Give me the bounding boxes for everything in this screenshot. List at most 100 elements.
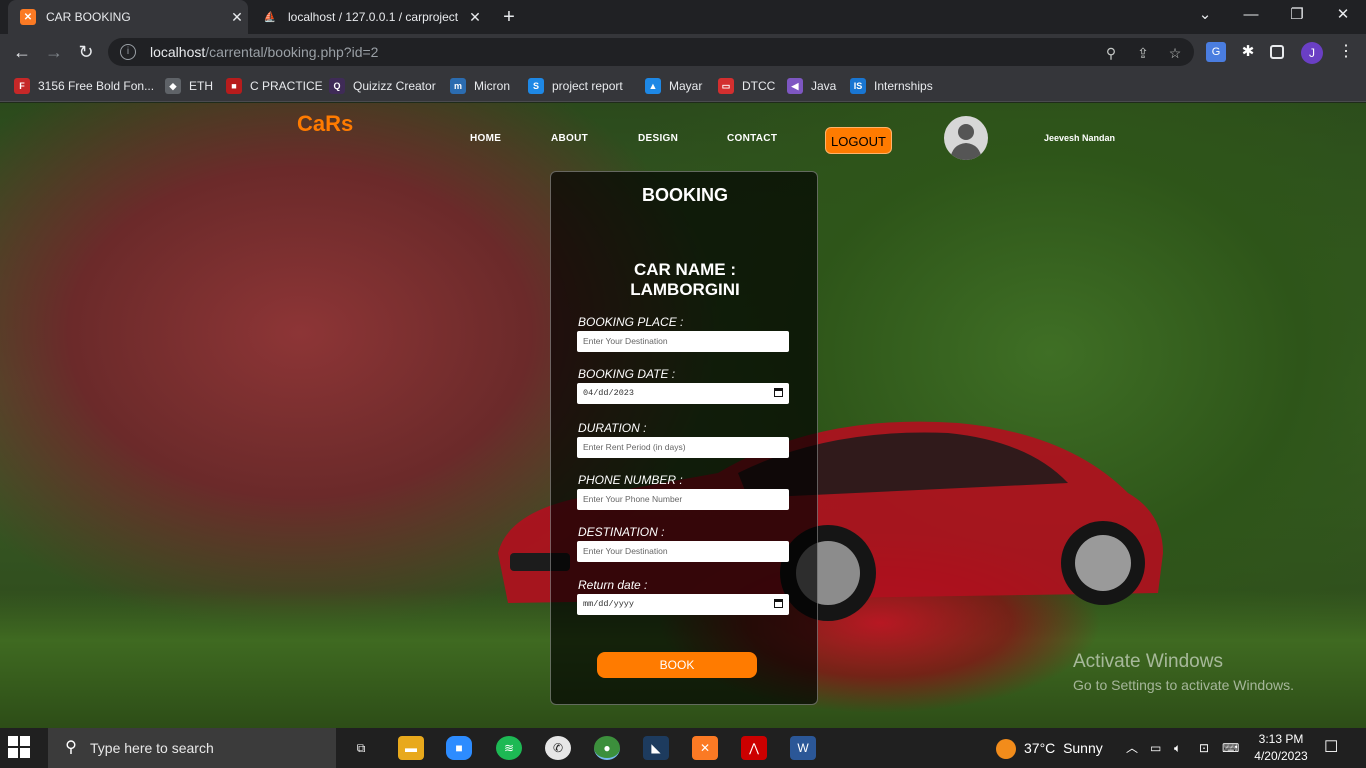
windows-taskbar: ⚲ Type here to search ⧉ ▬ ■ ≋ ✆ ● ◣ ✕ ⋀ …: [0, 728, 1366, 768]
duration-label: DURATION :: [578, 421, 647, 435]
mysql-workbench-icon[interactable]: ◣: [643, 736, 669, 760]
acrobat-icon[interactable]: ⋀: [741, 736, 767, 760]
booking-place-input[interactable]: Enter Your Destination: [577, 331, 789, 352]
destination-label: DESTINATION :: [578, 525, 665, 539]
is-icon: IS: [850, 78, 866, 94]
restore-button[interactable]: ❐: [1274, 0, 1320, 30]
booking-form: BOOKING CAR NAME : LAMBORGINI BOOKING PLA…: [550, 171, 818, 705]
network-icon[interactable]: ⊡: [1199, 728, 1209, 768]
booking-page: CaRs HOME ABOUT DESIGN CONTACT LOGOUT Je…: [0, 103, 1366, 728]
url-text[interactable]: localhost/carrental/booking.php?id=2: [150, 44, 378, 60]
forward-button[interactable]: →: [42, 40, 66, 64]
ethereum-icon: ◆: [165, 78, 181, 94]
watermark-subtitle: Go to Settings to activate Windows.: [1073, 677, 1294, 693]
zoom-icon[interactable]: ⚲: [1102, 44, 1120, 62]
volume-icon[interactable]: 🔈︎: [1174, 728, 1181, 768]
bookmark-item[interactable]: ▭ DTCC: [718, 76, 775, 96]
bookmark-item[interactable]: Q Quizizz Creator: [329, 76, 436, 96]
xampp-icon: ✕: [20, 9, 36, 25]
bookmark-item[interactable]: ◆ ETH: [165, 76, 213, 96]
xampp-icon[interactable]: ✕: [692, 736, 718, 760]
person-icon: [950, 124, 982, 160]
zoom-app-icon[interactable]: ■: [446, 736, 472, 760]
quizizz-icon: Q: [329, 78, 345, 94]
form-title: BOOKING: [641, 185, 728, 205]
bookmark-item[interactable]: ◀ Java: [787, 76, 836, 96]
font-icon: F: [14, 78, 30, 94]
google-translate-icon[interactable]: G: [1206, 42, 1226, 62]
browser-tab-bar: ✕ CAR BOOKING ✕ ⛵ localhost / 127.0.0.1 …: [0, 0, 1366, 34]
reload-button[interactable]: ↻: [74, 40, 98, 64]
java-icon: ◀: [787, 78, 803, 94]
tab-search-icon[interactable]: ⌄: [1182, 0, 1228, 30]
nav-about[interactable]: ABOUT: [551, 133, 588, 144]
notification-icon[interactable]: ☐: [1324, 728, 1338, 768]
destination-input[interactable]: Enter Your Destination: [577, 541, 789, 562]
watermark-title: Activate Windows: [1073, 651, 1223, 672]
booking-date-input[interactable]: 04/dd/2023: [577, 383, 789, 404]
profile-avatar[interactable]: J: [1301, 42, 1323, 64]
nav-design[interactable]: DESIGN: [638, 133, 678, 144]
minimize-button[interactable]: —: [1228, 0, 1274, 30]
phone-number-label: PHONE NUMBER :: [578, 473, 683, 487]
tab-title: CAR BOOKING: [46, 10, 131, 24]
bookmark-item[interactable]: ■ C PRACTICE: [226, 76, 323, 96]
activate-windows-watermark: Activate Windows Go to Settings to activ…: [1073, 651, 1294, 693]
nav-contact[interactable]: CONTACT: [727, 133, 777, 144]
image-icon: ▲: [645, 78, 661, 94]
whatsapp-icon[interactable]: ✆: [545, 736, 571, 760]
close-tab-icon[interactable]: ✕: [464, 9, 486, 26]
url-bar[interactable]: i localhost/carrental/booking.php?id=2 ⚲…: [108, 38, 1194, 66]
user-name: Jeevesh Nandan: [1044, 133, 1116, 143]
spotify-icon[interactable]: ≋: [496, 736, 522, 760]
booking-place-label: BOOKING PLACE :: [578, 315, 684, 329]
show-hidden-icons-chevron[interactable]: ︿: [1126, 728, 1138, 768]
address-bar-row: ← → ↻ i localhost/carrental/booking.php?…: [0, 34, 1366, 70]
phpmyadmin-icon: ⛵: [263, 11, 277, 23]
bookmark-item[interactable]: IS Internships: [850, 76, 933, 96]
battery-icon[interactable]: ▭: [1150, 728, 1161, 768]
task-view-icon[interactable]: ⧉: [348, 736, 374, 760]
weather-widget[interactable]: 37°C Sunny: [996, 728, 1103, 768]
phone-number-input[interactable]: Enter Your Phone Number: [577, 489, 789, 510]
calendar-icon[interactable]: [774, 599, 783, 608]
back-button[interactable]: ←: [10, 40, 34, 64]
nav-home[interactable]: HOME: [470, 133, 501, 144]
chrome-icon[interactable]: ●: [594, 736, 620, 760]
bookmark-item[interactable]: Sproject report: [528, 76, 623, 96]
logout-button[interactable]: LOGOUT: [825, 127, 892, 154]
tab-phpmyadmin[interactable]: ⛵ localhost / 127.0.0.1 / carproject ✕: [250, 0, 486, 34]
booking-date-label: BOOKING DATE :: [578, 367, 676, 381]
search-icon: ⚲: [65, 739, 77, 756]
keyboard-icon[interactable]: ⌨: [1222, 728, 1239, 768]
sun-icon: [996, 739, 1016, 760]
site-info-icon[interactable]: i: [120, 44, 136, 60]
word-icon[interactable]: W: [790, 736, 816, 760]
taskbar-search-box[interactable]: ⚲ Type here to search: [48, 728, 336, 768]
user-avatar[interactable]: [944, 116, 988, 160]
bookmark-item[interactable]: F 3156 Free Bold Fon...: [14, 76, 154, 96]
calendar-icon[interactable]: [774, 388, 783, 397]
folder-icon: ■: [226, 78, 242, 94]
close-window-button[interactable]: ✕: [1320, 0, 1366, 30]
menu-icon[interactable]: ⋮: [1336, 42, 1356, 62]
extensions-icon[interactable]: ✱: [1238, 42, 1258, 62]
share-icon[interactable]: ⇪: [1134, 44, 1152, 62]
return-date-input[interactable]: mm/dd/yyyy: [577, 594, 789, 615]
new-tab-button[interactable]: +: [498, 6, 520, 28]
bookmark-star-icon[interactable]: ☆: [1166, 44, 1184, 62]
bookmark-item[interactable]: m Micron: [450, 76, 510, 96]
close-tab-icon[interactable]: ✕: [226, 9, 248, 26]
bookmark-item[interactable]: ▲ Mayar: [645, 76, 702, 96]
system-clock[interactable]: 3:13 PM 4/20/2023: [1246, 731, 1316, 765]
micron-icon: m: [450, 78, 466, 94]
windows-start-icon[interactable]: [8, 736, 32, 760]
tab-car-booking[interactable]: ✕ CAR BOOKING ✕: [8, 0, 248, 34]
file-explorer-icon[interactable]: ▬: [398, 736, 424, 760]
search-placeholder: Type here to search: [90, 740, 214, 756]
book-button[interactable]: BOOK: [597, 652, 757, 678]
site-logo[interactable]: CaRs: [297, 111, 353, 137]
side-panel-icon[interactable]: [1270, 45, 1284, 59]
dtcc-icon: ▭: [718, 78, 734, 94]
duration-input[interactable]: Enter Rent Period (in days): [577, 437, 789, 458]
